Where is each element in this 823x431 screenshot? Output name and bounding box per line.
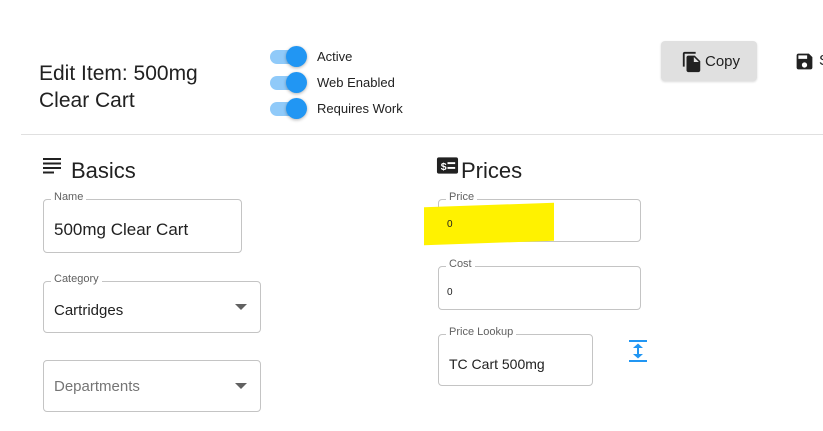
page-title: Edit Item: 500mg Clear Cart	[39, 62, 198, 112]
price-tag-icon: $	[436, 157, 459, 174]
basics-heading: Basics	[42, 156, 162, 186]
cost-field-value[interactable]: 0	[447, 287, 453, 298]
active-toggle[interactable]: Active	[268, 44, 468, 67]
basics-heading-text: Basics	[71, 158, 136, 183]
category-select-value: Cartridges	[54, 302, 124, 319]
yellow-highlight-mark	[424, 202, 554, 246]
price-lookup-field[interactable]: Price Lookup TC Cart 500mg	[438, 326, 593, 386]
cost-field[interactable]: Cost 0	[438, 258, 641, 310]
toggle-label-web-enabled: Web Enabled	[317, 75, 395, 90]
name-field[interactable]: Name 500mg Clear Cart	[43, 191, 242, 253]
price-field-value[interactable]: 0	[447, 219, 453, 230]
name-field-label: Name	[51, 191, 87, 203]
toggle-thumb[interactable]	[286, 72, 307, 93]
toggle-label-requires-work: Requires Work	[317, 101, 403, 116]
price-lookup-field-label: Price Lookup	[446, 326, 517, 338]
departments-select[interactable]: Departments	[43, 360, 261, 412]
name-field-value[interactable]: 500mg Clear Cart	[54, 220, 188, 240]
web-enabled-toggle[interactable]: Web Enabled	[268, 70, 468, 93]
requires-work-toggle[interactable]: Requires Work	[268, 96, 468, 119]
prices-heading: $ Prices	[436, 156, 556, 186]
departments-select-placeholder: Departments	[54, 378, 140, 395]
price-lookup-field-value[interactable]: TC Cart 500mg	[449, 356, 545, 372]
copy-icon	[682, 51, 701, 73]
svg-text:$: $	[441, 161, 447, 173]
chevron-down-icon[interactable]	[235, 304, 247, 310]
save-button[interactable]: S	[794, 50, 823, 74]
expand-vertical-icon[interactable]	[627, 339, 649, 363]
toggle-thumb[interactable]	[286, 46, 307, 67]
copy-button-label: Copy	[705, 53, 741, 70]
save-button-label: S	[819, 52, 823, 69]
toggle-label-active: Active	[317, 49, 353, 64]
toggle-thumb[interactable]	[286, 98, 307, 119]
category-select-label: Category	[51, 273, 102, 285]
price-field-label: Price	[446, 191, 478, 203]
prices-heading-text: Prices	[461, 158, 523, 183]
chevron-down-icon[interactable]	[235, 383, 247, 389]
cost-field-label: Cost	[446, 258, 475, 270]
header-divider	[21, 134, 823, 135]
copy-button[interactable]: Copy	[661, 41, 757, 81]
notes-icon	[43, 158, 61, 174]
category-select[interactable]: Category Cartridges	[43, 273, 261, 333]
save-icon	[796, 53, 813, 70]
